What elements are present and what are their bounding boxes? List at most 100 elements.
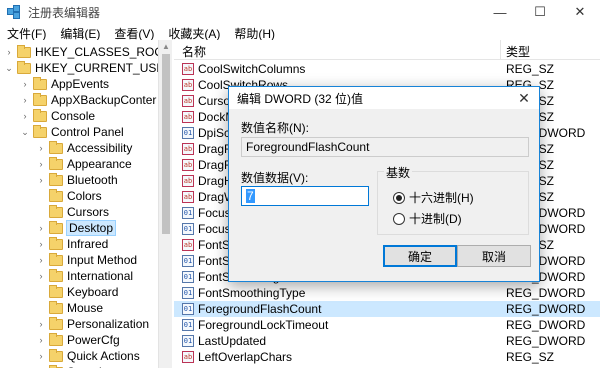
tree-item-label[interactable]: Keyboard: [67, 285, 118, 299]
tree-scrollbar[interactable]: ▲: [158, 40, 172, 368]
value-name[interactable]: ForegroundFlashCount: [198, 302, 508, 316]
tree-item[interactable]: Colors: [36, 188, 102, 204]
tree-item[interactable]: › Desktop: [36, 220, 117, 236]
tree-item[interactable]: › AppEvents: [20, 76, 109, 92]
tree-item-label[interactable]: AppEvents: [51, 77, 109, 91]
tree-item-label[interactable]: Colors: [67, 189, 102, 203]
expand-arrow-icon[interactable]: ›: [36, 319, 46, 329]
ok-button[interactable]: 确定: [383, 245, 457, 267]
value-name[interactable]: ForegroundLockTimeout: [198, 318, 508, 332]
expand-arrow-icon[interactable]: ›: [36, 335, 46, 345]
folder-icon: [33, 108, 47, 122]
close-button[interactable]: ✕: [560, 0, 600, 24]
tree-item[interactable]: › PowerCfg: [36, 332, 120, 348]
tree-item-label[interactable]: AppXBackupConter: [51, 93, 156, 107]
expand-arrow-icon[interactable]: ›: [36, 143, 46, 153]
tree-item[interactable]: ›Sound: [36, 364, 102, 368]
menu-favorites[interactable]: 收藏夹(A): [161, 25, 227, 42]
tree-item-label[interactable]: Input Method: [67, 253, 137, 267]
maximize-button[interactable]: ☐: [520, 0, 560, 24]
tree-item-label[interactable]: Personalization: [67, 317, 149, 331]
tree-item[interactable]: › Input Method: [36, 252, 137, 268]
menu-view[interactable]: 查看(V): [107, 25, 161, 42]
registry-tree[interactable]: › HKEY_CLASSES_ROOT ⌄ HKEY_CURRENT_USER › App…: [0, 40, 158, 368]
dec-radio-label[interactable]: 十进制(D): [409, 210, 462, 227]
dec-radio[interactable]: 十进制(D): [393, 210, 462, 227]
folder-icon: [49, 268, 63, 282]
value-name[interactable]: CoolSwitchColumns: [198, 62, 508, 76]
hex-radio-label[interactable]: 十六进制(H): [409, 189, 474, 206]
expand-arrow-icon[interactable]: ›: [36, 175, 46, 185]
value-data-label: 数值数据(V):: [241, 171, 309, 185]
tree-item-label[interactable]: Console: [51, 109, 95, 123]
binary-value-icon: 01: [182, 271, 194, 283]
value-data-input[interactable]: 7: [241, 186, 369, 206]
tree-item[interactable]: › Console: [20, 108, 95, 124]
tree-item[interactable]: › Accessibility: [36, 140, 132, 156]
dialog-close-button[interactable]: ✕: [509, 87, 539, 109]
list-row[interactable]: 01 ForegroundFlashCount REG_DWORD: [174, 301, 600, 317]
list-row[interactable]: 01 LastUpdated REG_DWORD: [174, 333, 600, 349]
menu-help[interactable]: 帮助(H): [227, 25, 282, 42]
minimize-button[interactable]: —: [480, 0, 520, 24]
tree-item[interactable]: ⌄ HKEY_CURRENT_USER: [4, 60, 158, 76]
expand-arrow-icon[interactable]: ›: [20, 79, 30, 89]
list-row[interactable]: 01 FontSmoothingType REG_DWORD: [174, 285, 600, 301]
tree-item-label[interactable]: Infrared: [67, 237, 108, 251]
expand-arrow-icon[interactable]: ›: [20, 95, 30, 105]
tree-item[interactable]: › Appearance: [36, 156, 132, 172]
binary-value-icon: 01: [182, 335, 194, 347]
value-name[interactable]: FontSmoothingType: [198, 286, 508, 300]
scrollbar-thumb[interactable]: [162, 54, 170, 234]
column-type-header[interactable]: 类型: [506, 43, 530, 60]
tree-item[interactable]: › International: [36, 268, 133, 284]
expand-arrow-icon[interactable]: ⌄: [20, 127, 30, 138]
column-separator[interactable]: [500, 40, 501, 60]
tree-item[interactable]: Keyboard: [36, 284, 118, 300]
tree-item-label[interactable]: Appearance: [67, 157, 132, 171]
menu-edit[interactable]: 编辑(E): [53, 25, 107, 42]
tree-item-label[interactable]: Control Panel: [51, 125, 124, 139]
value-name[interactable]: LeftOverlapChars: [198, 350, 508, 364]
expand-arrow-icon[interactable]: ›: [36, 159, 46, 169]
tree-item[interactable]: › Bluetooth: [36, 172, 118, 188]
tree-item[interactable]: Mouse: [36, 300, 103, 316]
list-row[interactable]: 01 ForegroundLockTimeout REG_DWORD: [174, 317, 600, 333]
value-name[interactable]: LastUpdated: [198, 334, 508, 348]
tree-item[interactable]: Cursors: [36, 204, 109, 220]
tree-item-label[interactable]: Desktop: [65, 220, 117, 236]
expand-arrow-icon[interactable]: ›: [36, 239, 46, 249]
tree-item-label[interactable]: PowerCfg: [67, 333, 120, 347]
menu-file[interactable]: 文件(F): [0, 25, 53, 42]
tree-item-label[interactable]: Mouse: [67, 301, 103, 315]
tree-item[interactable]: › AppXBackupConter: [20, 92, 156, 108]
tree-item-label[interactable]: HKEY_CLASSES_ROOT: [35, 45, 158, 59]
expand-arrow-icon[interactable]: ›: [36, 271, 46, 281]
folder-icon: [49, 156, 63, 170]
expand-arrow-icon[interactable]: ›: [20, 111, 30, 121]
expand-arrow-icon[interactable]: ›: [36, 351, 46, 361]
tree-item-label[interactable]: Cursors: [67, 205, 109, 219]
cancel-button[interactable]: 取消: [457, 245, 531, 267]
expand-arrow-icon[interactable]: ›: [36, 255, 46, 265]
expand-arrow-icon[interactable]: ⌄: [4, 63, 14, 74]
tree-item[interactable]: › Quick Actions: [36, 348, 140, 364]
tree-item-label[interactable]: Quick Actions: [67, 349, 140, 363]
hex-radio-dot[interactable]: [393, 191, 405, 204]
expand-arrow-icon[interactable]: ›: [36, 223, 46, 233]
dec-radio-dot[interactable]: [393, 212, 405, 225]
hex-radio[interactable]: 十六进制(H): [393, 189, 474, 206]
tree-item-label[interactable]: International: [67, 269, 133, 283]
tree-item[interactable]: › Personalization: [36, 316, 149, 332]
list-row[interactable]: ab LeftOverlapChars REG_SZ: [174, 349, 600, 365]
column-name-header[interactable]: 名称: [182, 43, 206, 60]
tree-item-label[interactable]: Accessibility: [67, 141, 132, 155]
list-row[interactable]: ab CoolSwitchColumns REG_SZ: [174, 61, 600, 77]
tree-item-label[interactable]: Bluetooth: [67, 173, 118, 187]
tree-item[interactable]: › HKEY_CLASSES_ROOT: [4, 44, 158, 60]
scroll-up-icon[interactable]: ▲: [159, 42, 173, 51]
tree-item-label[interactable]: HKEY_CURRENT_USER: [35, 61, 158, 75]
tree-item[interactable]: ⌄ Control Panel: [20, 124, 124, 140]
expand-arrow-icon[interactable]: ›: [4, 47, 14, 57]
tree-item[interactable]: › Infrared: [36, 236, 108, 252]
